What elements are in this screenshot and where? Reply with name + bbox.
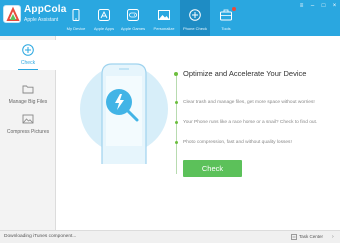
sidebar-item-label: Check xyxy=(20,60,36,66)
status-bar: Downloading iTunes component... Task Cen… xyxy=(0,230,340,243)
notification-badge xyxy=(232,7,236,11)
toolbox-icon xyxy=(220,9,232,21)
folder-icon xyxy=(22,85,34,94)
sidebar-item-manage-big-files[interactable]: Manage Big Files xyxy=(0,79,56,109)
sidebar-item-compress-pictures[interactable]: Compress Pictures xyxy=(0,109,56,139)
feature-bullet xyxy=(174,141,178,144)
picture-icon xyxy=(22,114,34,124)
maximize-icon[interactable]: □ xyxy=(320,3,327,10)
timeline-line xyxy=(175,76,177,174)
appcola-logo-icon xyxy=(3,5,21,23)
feature-text: Photo compression, fast and without qual… xyxy=(183,140,292,145)
task-center-icon xyxy=(291,234,297,240)
feature-bullet xyxy=(174,121,178,124)
nav-label: Tools xyxy=(221,26,231,31)
sidebar-item-label: Manage Big Files xyxy=(8,99,48,105)
sidebar-item-check[interactable]: Check xyxy=(0,40,56,70)
image-icon xyxy=(158,10,170,20)
nav-personalize[interactable]: Personalize xyxy=(150,0,178,36)
minimize-icon[interactable]: – xyxy=(309,3,316,10)
feature-text: Clear trash and manage files, get more s… xyxy=(183,100,315,105)
app-name: AppCola xyxy=(24,4,67,15)
phone-check-icon xyxy=(189,9,201,21)
sidebar: Check Manage Big Files Compress Pictures xyxy=(0,36,56,230)
device-icon xyxy=(72,9,80,21)
feature-bullet xyxy=(174,101,178,104)
app-subtitle: Apple Assistant xyxy=(24,17,59,23)
chevron-right-icon[interactable]: › xyxy=(332,234,334,240)
close-icon[interactable]: × xyxy=(331,3,338,10)
sidebar-item-label: Compress Pictures xyxy=(6,129,50,135)
phone-illustration-icon xyxy=(80,63,168,164)
check-button[interactable]: Check xyxy=(183,160,242,177)
nav-tools[interactable]: Tools xyxy=(212,0,240,36)
task-center-link[interactable]: Task Center xyxy=(299,234,323,239)
main-content: Optimize and Accelerate Your Device Clea… xyxy=(57,36,340,230)
menu-icon[interactable]: ≡ xyxy=(298,3,305,10)
status-text: Downloading iTunes component... xyxy=(4,234,77,239)
nav-apple-games[interactable]: Apple Games xyxy=(119,0,147,36)
games-icon xyxy=(127,9,139,21)
top-bar: AppCola Apple Assistant My Device Apple … xyxy=(0,0,340,36)
apps-icon xyxy=(98,9,110,21)
page-title: Optimize and Accelerate Your Device xyxy=(183,69,307,78)
feature-text: Your Phone runs like a race horse or a s… xyxy=(183,120,318,125)
plus-circle-icon xyxy=(22,44,34,56)
